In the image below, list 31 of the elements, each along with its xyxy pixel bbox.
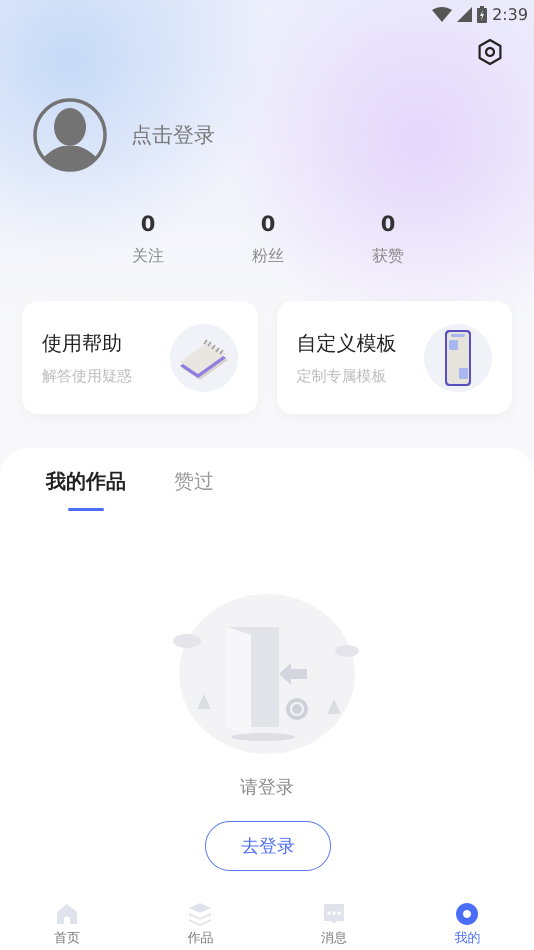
- card-subtitle: 定制专属模板: [296, 366, 388, 386]
- nav-item[interactable]: 首页: [0, 900, 134, 950]
- tab[interactable]: 赞过: [174, 468, 214, 511]
- status-time: 2:39: [492, 4, 528, 24]
- empty-message: 请登录: [240, 776, 294, 799]
- shortcut-card[interactable]: 使用帮助 解答使用疑惑: [22, 301, 258, 414]
- layers-icon: [188, 902, 212, 926]
- battery-icon: [477, 6, 488, 22]
- login-button[interactable]: 去登录: [205, 821, 331, 871]
- signal-icon: [457, 6, 472, 22]
- login-prompt[interactable]: 点击登录: [131, 121, 215, 149]
- stat-value: 0: [260, 212, 276, 236]
- phone-icon: [424, 324, 492, 392]
- avatar-icon[interactable]: [33, 98, 107, 172]
- shortcut-card[interactable]: 自定义模板 定制专属模板: [276, 301, 512, 414]
- card-title: 使用帮助: [42, 330, 123, 356]
- stat-label: 获赞: [372, 246, 404, 267]
- nav-item[interactable]: 我的: [400, 900, 534, 950]
- card-title: 自定义模板: [296, 330, 396, 356]
- wifi-icon: [432, 6, 452, 22]
- nav-item[interactable]: 消息: [267, 900, 400, 950]
- nav-item[interactable]: 作品: [134, 900, 267, 950]
- stat-value: 0: [380, 212, 396, 236]
- stat-label: 关注: [132, 246, 164, 267]
- stat-value: 0: [140, 212, 156, 236]
- stat-label: 粉丝: [252, 246, 284, 267]
- home-icon: [54, 902, 79, 926]
- tab[interactable]: 我的作品: [46, 468, 126, 511]
- notebook-icon: [170, 324, 238, 392]
- card-subtitle: 解答使用疑惑: [42, 366, 132, 386]
- settings-icon[interactable]: [476, 38, 504, 66]
